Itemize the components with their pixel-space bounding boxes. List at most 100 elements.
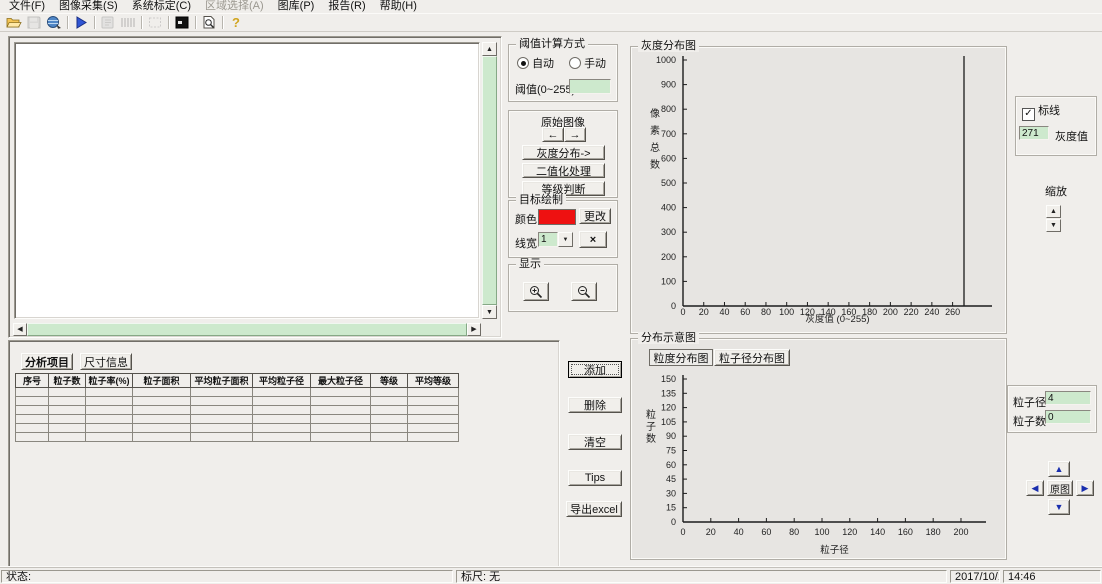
marker-checkbox-row[interactable]: 标线 — [1022, 102, 1060, 121]
clear-draw-button[interactable]: × — [579, 231, 607, 248]
particle-count-input[interactable]: 0 — [1045, 410, 1091, 424]
add-button[interactable]: 添加 — [568, 361, 622, 378]
target-draw-group-title: 目标绘制 — [516, 194, 566, 206]
open-icon[interactable] — [4, 15, 24, 30]
clear-button[interactable]: 清空 — [568, 434, 622, 450]
nav-right-button[interactable]: ▶ — [1076, 480, 1094, 496]
acquire-icon[interactable] — [44, 15, 64, 30]
delete-button[interactable]: 删除 — [568, 397, 622, 413]
horizontal-scrollbar-thumb[interactable] — [27, 323, 467, 336]
table-cell — [371, 388, 408, 397]
chevron-down-icon[interactable]: ▼ — [558, 232, 573, 247]
table-row[interactable] — [16, 397, 459, 406]
table-row[interactable] — [16, 424, 459, 433]
prev-image-button[interactable]: ← — [542, 127, 564, 142]
table-cell — [49, 415, 86, 424]
table-cell — [253, 415, 311, 424]
svg-text:200: 200 — [661, 252, 676, 262]
ruler-status: 标尺: 无 — [456, 570, 947, 583]
particle-diameter-input[interactable]: 4 — [1045, 391, 1091, 405]
line-width-dropdown[interactable]: 1 ▼ — [538, 232, 573, 247]
zoom-in-button[interactable] — [523, 282, 549, 301]
help-icon[interactable]: ? — [226, 15, 246, 30]
svg-text:1000: 1000 — [656, 55, 676, 65]
original-view-button[interactable]: 原图 — [1047, 480, 1073, 496]
threshold-value-input[interactable] — [569, 79, 611, 94]
toolbar-separator — [141, 16, 142, 29]
tab-analysis-items[interactable]: 分析项目 — [21, 353, 73, 370]
table-header: 粒子数 — [49, 374, 86, 388]
table-cell — [191, 388, 253, 397]
distribution-group-title: 分布示意图 — [638, 332, 699, 344]
marker-checkbox[interactable] — [1022, 108, 1035, 121]
image-canvas[interactable] — [14, 42, 480, 319]
table-cell — [371, 424, 408, 433]
menu-item-image-capture[interactable]: 图像采集(S) — [52, 0, 125, 13]
scroll-down-icon[interactable]: ▼ — [482, 305, 497, 319]
svg-text:100: 100 — [779, 307, 794, 317]
export-excel-button[interactable]: 导出excel — [566, 501, 622, 517]
toolbar: ? — [0, 13, 1102, 32]
gray-value-input[interactable]: 271 — [1019, 126, 1049, 140]
tab-size-distribution[interactable]: 粒度分布图 — [649, 349, 713, 366]
gray-distribution-button[interactable]: 灰度分布-> — [522, 145, 605, 160]
svg-text:40: 40 — [734, 527, 744, 537]
table-row[interactable] — [16, 406, 459, 415]
svg-text:400: 400 — [661, 203, 676, 213]
color-swatch[interactable] — [538, 209, 576, 225]
next-image-button[interactable]: → — [564, 127, 586, 142]
toolbar-separator — [195, 16, 196, 29]
table-row[interactable] — [16, 415, 459, 424]
menu-item-help[interactable]: 帮助(H) — [373, 0, 424, 13]
report-preview-icon[interactable] — [199, 15, 219, 30]
app-window: 文件(F)图像采集(S)系统标定(C)区域选择(A)图库(P)报告(R)帮助(H… — [0, 0, 1102, 584]
scroll-left-icon[interactable]: ◀ — [13, 323, 27, 336]
table-header: 平均粒子面积 — [191, 374, 253, 388]
table-row[interactable] — [16, 433, 459, 442]
statusbar-divider — [0, 566, 1102, 568]
menu-item-report[interactable]: 报告(R) — [321, 0, 372, 13]
manual-radio-circle[interactable] — [569, 57, 581, 69]
auto-radio-circle[interactable] — [517, 57, 529, 69]
auto-radio[interactable]: 自动 — [517, 55, 554, 71]
spinner-down-icon[interactable]: ▼ — [1046, 219, 1061, 232]
play-icon[interactable] — [71, 15, 91, 30]
table-cell — [311, 433, 371, 442]
menu-item-gallery[interactable]: 图库(P) — [271, 0, 322, 13]
table-cell — [253, 406, 311, 415]
horizontal-scrollbar[interactable]: ◀ ▶ — [13, 323, 481, 336]
svg-text:40: 40 — [719, 307, 729, 317]
menu-item-system-calibration[interactable]: 系统标定(C) — [125, 0, 198, 13]
table-cell — [191, 397, 253, 406]
tab-diameter-distribution[interactable]: 粒子径分布图 — [714, 349, 790, 366]
table-cell — [408, 415, 459, 424]
tab-size-info[interactable]: 尺寸信息 — [80, 353, 132, 370]
table-cell — [16, 433, 49, 442]
zoom-out-button[interactable] — [571, 282, 597, 301]
table-cell — [191, 424, 253, 433]
svg-text:粒子径: 粒子径 — [820, 544, 849, 556]
vertical-scrollbar[interactable]: ▲ ▼ — [482, 42, 497, 319]
scroll-right-icon[interactable]: ▶ — [467, 323, 481, 336]
change-color-button[interactable]: 更改 — [579, 208, 611, 224]
calibrate-icon — [98, 15, 118, 30]
table-row[interactable] — [16, 388, 459, 397]
up-arrow-icon: ▲ — [1055, 465, 1064, 474]
scroll-up-icon[interactable]: ▲ — [482, 42, 497, 56]
zoom-spinner[interactable]: ▲ ▼ — [1046, 205, 1061, 233]
manual-radio-label: 手动 — [584, 58, 606, 70]
svg-text:0: 0 — [680, 307, 685, 317]
spinner-up-icon[interactable]: ▲ — [1046, 205, 1061, 218]
gallery-icon[interactable] — [172, 15, 192, 30]
svg-text:300: 300 — [661, 227, 676, 237]
table-cell — [49, 433, 86, 442]
manual-radio[interactable]: 手动 — [569, 55, 606, 71]
nav-down-button[interactable]: ▼ — [1048, 499, 1070, 515]
original-image-group: 原始图像 ← → 灰度分布-> 二值化处理 等级判断 — [508, 110, 618, 198]
binarize-button[interactable]: 二值化处理 — [522, 163, 605, 178]
vertical-scrollbar-thumb[interactable] — [482, 56, 497, 305]
nav-up-button[interactable]: ▲ — [1048, 461, 1070, 477]
menu-item-file[interactable]: 文件(F) — [2, 0, 52, 13]
nav-left-button[interactable]: ◀ — [1026, 480, 1044, 496]
tips-button[interactable]: Tips — [568, 470, 622, 486]
